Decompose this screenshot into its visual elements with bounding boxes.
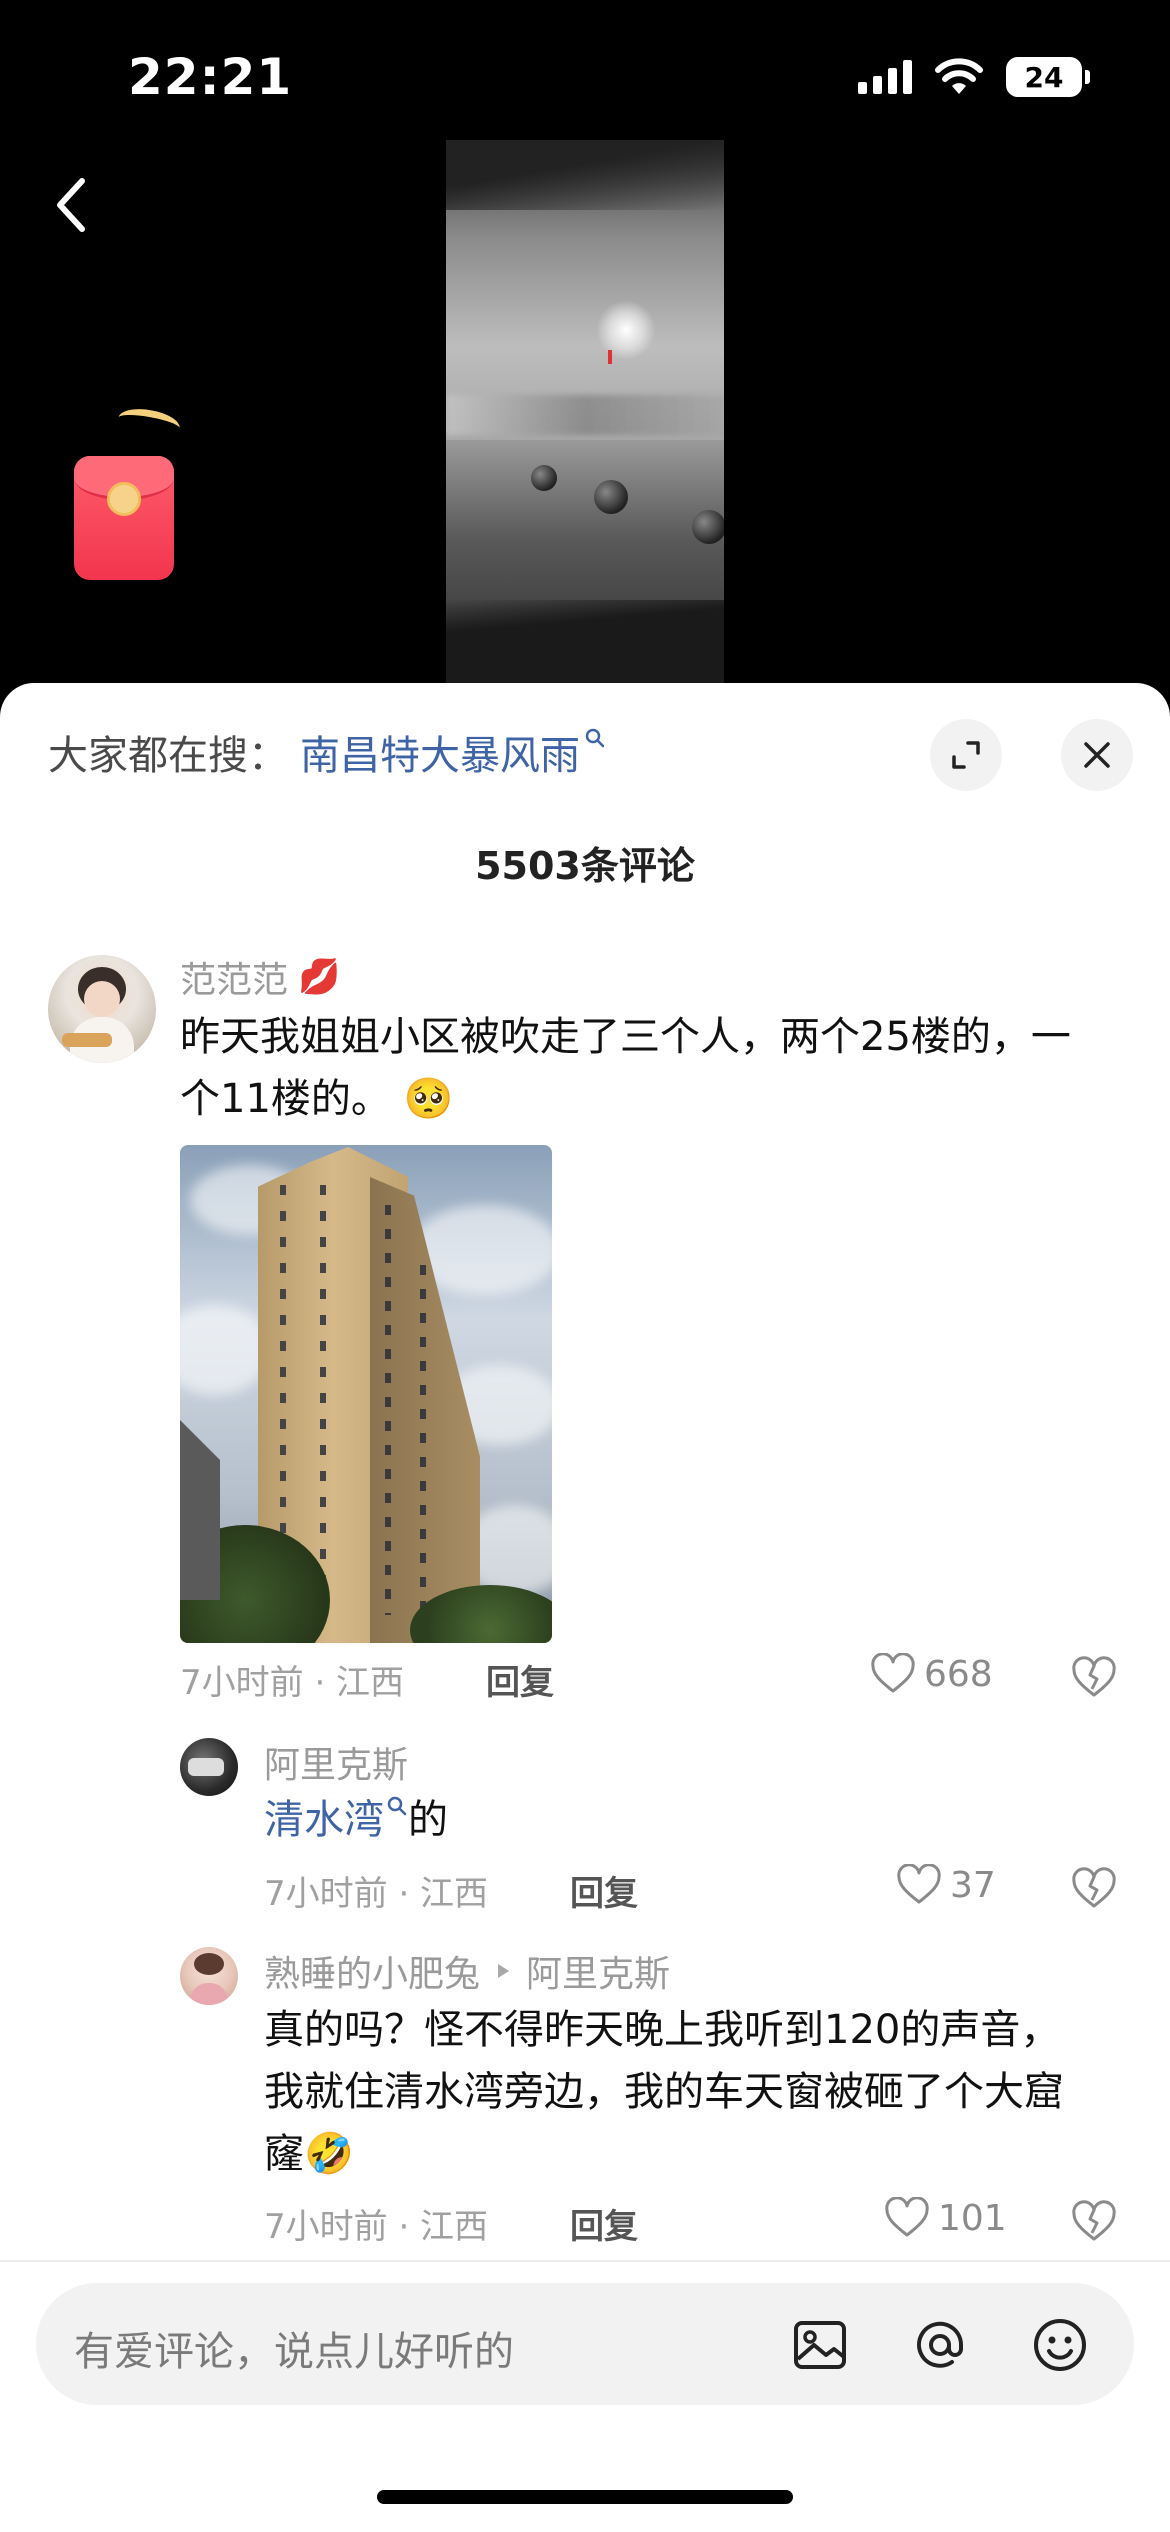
comment-author[interactable]: 范范范 💋	[180, 951, 340, 1003]
avatar[interactable]	[180, 1947, 238, 2005]
avatar[interactable]	[180, 1738, 238, 1796]
home-indicator[interactable]	[377, 2490, 793, 2504]
like-button[interactable]: 101	[884, 2197, 1007, 2239]
heart-icon	[897, 1864, 941, 1904]
battery-level: 24	[1006, 57, 1082, 97]
comment-sheet: 大家都在搜： 南昌特大暴风雨 5503条评论 范范范 💋 昨天我姐姐小区被吹走了…	[0, 683, 1170, 2532]
broken-heart-icon[interactable]	[1070, 1866, 1118, 1910]
laughing-emoji: 🤣	[304, 2131, 354, 2177]
reply-author-line: 熟睡的小肥兔 阿里克斯	[264, 1945, 670, 1997]
reply-author[interactable]: 熟睡的小肥兔	[264, 1945, 480, 1997]
broken-heart-icon[interactable]	[1070, 1655, 1118, 1699]
image-icon[interactable]	[788, 2313, 852, 2377]
comment-text[interactable]: 昨天我姐姐小区被吹走了三个人，两个25楼的，一个11楼的。 🥺	[180, 1006, 1100, 1130]
status-icons: 24	[858, 54, 1090, 100]
search-icon	[387, 1796, 407, 1816]
red-packet-icon[interactable]	[74, 404, 182, 580]
lips-icon: 💋	[298, 957, 341, 997]
reply-text[interactable]: 真的吗？怪不得昨天晚上我听到120的声音，我就住清水湾旁边，我的车天窗被砸了个大…	[264, 1999, 1094, 2185]
avatar[interactable]	[48, 955, 156, 1063]
reply-meta: 7小时前 · 江西	[264, 1874, 489, 1914]
expand-icon	[952, 741, 980, 769]
like-count: 101	[938, 2197, 1007, 2239]
reply-button[interactable]: 回复	[486, 1655, 554, 1704]
reply-meta: 7小时前 · 江西	[264, 2207, 489, 2247]
comment-image[interactable]	[180, 1145, 552, 1643]
status-bar: 22:21 24	[0, 0, 1170, 150]
author-name: 范范范	[180, 960, 289, 1001]
smiley-icon[interactable]	[1028, 2313, 1092, 2377]
reply-author[interactable]: 阿里克斯	[264, 1736, 408, 1788]
like-count: 37	[950, 1864, 996, 1906]
reply-text[interactable]: 清水湾 的	[264, 1789, 1104, 1851]
heart-icon	[871, 1653, 915, 1693]
close-icon	[1084, 742, 1110, 768]
divider	[0, 2260, 1170, 2262]
back-button[interactable]	[40, 170, 100, 240]
search-icon	[585, 728, 605, 748]
comment-input[interactable]: 有爱评论，说点儿好听的	[36, 2283, 1134, 2405]
reply-arrow-icon	[498, 1964, 510, 1978]
broken-heart-icon[interactable]	[1070, 2199, 1118, 2243]
heart-icon	[885, 2197, 929, 2237]
comment-input-placeholder: 有爱评论，说点儿好听的	[74, 2329, 514, 2375]
signal-icon	[858, 60, 912, 94]
pleading-emoji: 🥺	[403, 1076, 454, 1122]
battery-icon: 24	[1006, 57, 1090, 97]
status-time: 22:21	[128, 48, 293, 106]
wifi-icon	[935, 58, 983, 94]
expand-button[interactable]	[930, 719, 1002, 791]
like-button[interactable]: 37	[896, 1864, 996, 1906]
like-button[interactable]: 668	[870, 1653, 993, 1695]
comment-count: 5503条评论	[475, 844, 695, 888]
close-button[interactable]	[1061, 719, 1133, 791]
comment-meta: 7小时前 · 江西	[180, 1663, 405, 1703]
video-thumbnail[interactable]	[446, 140, 724, 685]
reply-to-user[interactable]: 阿里克斯	[526, 1945, 670, 1997]
location-link[interactable]: 清水湾	[264, 1797, 384, 1843]
search-prefix: 大家都在搜：	[48, 733, 288, 779]
search-term-link[interactable]: 南昌特大暴风雨	[300, 723, 580, 781]
reply-button[interactable]: 回复	[570, 1866, 638, 1915]
video-area[interactable]: 22:21 24	[0, 0, 1170, 700]
chevron-left-icon	[57, 178, 85, 232]
like-count: 668	[924, 1653, 993, 1695]
at-icon[interactable]	[908, 2313, 972, 2377]
search-suggestion[interactable]: 大家都在搜： 南昌特大暴风雨	[48, 723, 606, 781]
reply-button[interactable]: 回复	[570, 2199, 638, 2248]
